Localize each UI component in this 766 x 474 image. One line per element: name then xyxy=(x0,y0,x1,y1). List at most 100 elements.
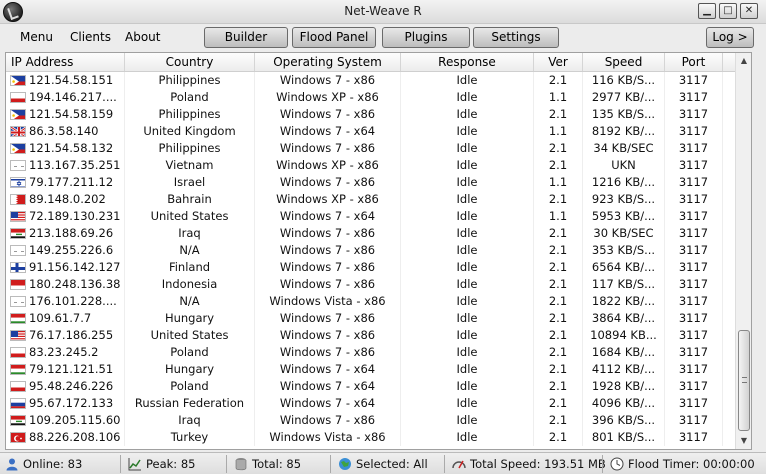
ip-cell: 176.101.228.... xyxy=(6,293,125,310)
menu-item-menu[interactable]: Menu xyxy=(20,30,53,44)
speed-cell: 8192 KB/... xyxy=(583,123,665,140)
flag-hu-icon xyxy=(10,364,26,375)
port-cell: 3117 xyxy=(665,157,723,174)
table-row[interactable]: 86.3.58.140 United Kingdom Windows 7 - x64… xyxy=(6,123,751,140)
speed-cell: 353 KB/S... xyxy=(583,242,665,259)
minimize-button[interactable]: ▁ xyxy=(698,3,716,19)
response-cell: Idle xyxy=(401,395,534,412)
clients-table[interactable]: IP Address Country Operating System Resp… xyxy=(5,52,752,450)
os-cell: Windows XP - x86 xyxy=(255,157,401,174)
ip-cell: 88.226.208.106 xyxy=(6,429,125,446)
ip-cell: 180.248.136.38 xyxy=(6,276,125,293)
column-ip-address[interactable]: IP Address xyxy=(6,53,125,71)
ip-address: 121.54.58.159 xyxy=(29,107,114,121)
speed-cell: 5953 KB/... xyxy=(583,208,665,225)
os-cell: Windows 7 - x64 xyxy=(255,361,401,378)
version-cell: 2.1 xyxy=(534,191,583,208)
speed-cell: 4096 KB/... xyxy=(583,395,665,412)
ip-address: 213.188.69.26 xyxy=(29,226,114,240)
column-port[interactable]: Port xyxy=(665,53,723,71)
country-cell: Poland xyxy=(125,378,255,395)
flag-ph-icon xyxy=(10,109,26,120)
menu-item-clients[interactable]: Clients xyxy=(70,30,111,44)
menu-item-about[interactable]: About xyxy=(125,30,160,44)
status-peak: Peak: 85 xyxy=(128,456,195,472)
window-controls: ▁ □ ✕ xyxy=(698,3,758,19)
column-speed[interactable]: Speed xyxy=(583,53,665,71)
table-row[interactable]: 79.121.121.51 Hungary Windows 7 - x64 Idle 2… xyxy=(6,361,751,378)
response-cell: Idle xyxy=(401,361,534,378)
table-row[interactable]: 72.189.130.231 United States Windows 7 - x… xyxy=(6,208,751,225)
port-cell: 3117 xyxy=(665,89,723,106)
table-row[interactable]: 88.226.208.106 Turkey Windows Vista - x86 I… xyxy=(6,429,751,446)
scroll-up-arrow-icon[interactable]: ▲ xyxy=(736,53,752,69)
scroll-thumb[interactable] xyxy=(738,330,750,431)
version-cell: 1.1 xyxy=(534,123,583,140)
table-row[interactable]: 83.23.245.2 Poland Windows 7 - x86 Idle 2.1 1… xyxy=(6,344,751,361)
vertical-scrollbar[interactable]: ▲ ▼ xyxy=(735,53,751,449)
flag-bh-icon xyxy=(10,194,26,205)
country-cell: Vietnam xyxy=(125,157,255,174)
table-row[interactable]: 194.146.217.... Poland Windows XP - x86 Idl… xyxy=(6,89,751,106)
table-row[interactable]: 121.54.58.159 Philippines Windows 7 - x86 I… xyxy=(6,106,751,123)
os-cell: Windows 7 - x86 xyxy=(255,327,401,344)
column-country[interactable]: Country xyxy=(125,53,255,71)
ip-address: 83.23.245.2 xyxy=(29,345,99,359)
table-row[interactable]: 91.156.142.127 Finland Windows 7 - x86 Idle… xyxy=(6,259,751,276)
port-cell: 3117 xyxy=(665,259,723,276)
flag-us-icon xyxy=(10,330,26,341)
close-button[interactable]: ✕ xyxy=(740,3,758,19)
column-response[interactable]: Response xyxy=(401,53,534,71)
column-ver[interactable]: Ver xyxy=(534,53,583,71)
table-row[interactable]: 76.17.186.255 United States Windows 7 - x8… xyxy=(6,327,751,344)
country-cell: United Kingdom xyxy=(125,123,255,140)
speed-cell: 396 KB/S... xyxy=(583,412,665,429)
table-row[interactable]: 89.148.0.202 Bahrain Windows XP - x86 Idle 2… xyxy=(6,191,751,208)
user-icon xyxy=(6,458,18,471)
table-row[interactable]: 180.248.136.38 Indonesia Windows 7 - x86 Id… xyxy=(6,276,751,293)
table-row[interactable]: 95.67.172.133 Russian Federation Windows 7… xyxy=(6,395,751,412)
table-row[interactable]: 79.177.211.12 Israel Windows 7 - x86 Idle 1.… xyxy=(6,174,751,191)
version-cell: 2.1 xyxy=(534,293,583,310)
flag-iq-icon xyxy=(10,415,26,426)
table-row[interactable]: 109.61.7.7 Hungary Windows 7 - x86 Idle 2.1 3… xyxy=(6,310,751,327)
builder-button[interactable]: Builder xyxy=(204,27,288,48)
maximize-button[interactable]: □ xyxy=(719,3,737,19)
divider xyxy=(602,455,603,473)
flag-pl-icon xyxy=(10,381,26,392)
os-cell: Windows 7 - x64 xyxy=(255,395,401,412)
table-row[interactable]: 113.167.35.251 Vietnam Windows XP - x86 Idl… xyxy=(6,157,751,174)
version-cell: 2.1 xyxy=(534,106,583,123)
table-row[interactable]: 109.205.115.60 Iraq Windows 7 - x86 Idle 2.1… xyxy=(6,412,751,429)
plugins-button[interactable]: Plugins xyxy=(382,27,470,48)
response-cell: Idle xyxy=(401,174,534,191)
table-row[interactable]: 121.54.58.151 Philippines Windows 7 - x86 I… xyxy=(6,72,751,89)
port-cell: 3117 xyxy=(665,174,723,191)
os-cell: Windows 7 - x86 xyxy=(255,225,401,242)
scroll-down-arrow-icon[interactable]: ▼ xyxy=(736,433,752,449)
table-row[interactable]: 213.188.69.26 Iraq Windows 7 - x86 Idle 2.1 3… xyxy=(6,225,751,242)
country-cell: N/A xyxy=(125,242,255,259)
flood-panel-button[interactable]: Flood Panel xyxy=(292,27,376,48)
port-cell: 3117 xyxy=(665,412,723,429)
table-row[interactable]: 95.48.246.226 Poland Windows 7 - x64 Idle 2.… xyxy=(6,378,751,395)
table-row[interactable]: 149.255.226.6 N/A Windows 7 - x86 Idle 2.1 35… xyxy=(6,242,751,259)
ip-cell: 121.54.58.159 xyxy=(6,106,125,123)
flag-iq-icon xyxy=(10,228,26,239)
os-cell: Windows 7 - x86 xyxy=(255,106,401,123)
country-cell: Israel xyxy=(125,174,255,191)
log-button[interactable]: Log > xyxy=(706,27,754,48)
flag-ph-icon xyxy=(10,143,26,154)
flag-id-icon xyxy=(10,279,26,290)
speed-cell: 135 KB/S... xyxy=(583,106,665,123)
column-operating-system[interactable]: Operating System xyxy=(255,53,401,71)
speed-cell: 1822 KB/... xyxy=(583,293,665,310)
peak-count: Peak: 85 xyxy=(146,457,196,471)
port-cell: 3117 xyxy=(665,208,723,225)
ip-cell: 76.17.186.255 xyxy=(6,327,125,344)
table-row[interactable]: 176.101.228.... N/A Windows Vista - x86 Idl… xyxy=(6,293,751,310)
flag-na-icon xyxy=(10,296,26,307)
settings-button[interactable]: Settings xyxy=(473,27,559,48)
os-cell: Windows Vista - x86 xyxy=(255,293,401,310)
table-row[interactable]: 121.54.58.132 Philippines Windows 7 - x86 I… xyxy=(6,140,751,157)
